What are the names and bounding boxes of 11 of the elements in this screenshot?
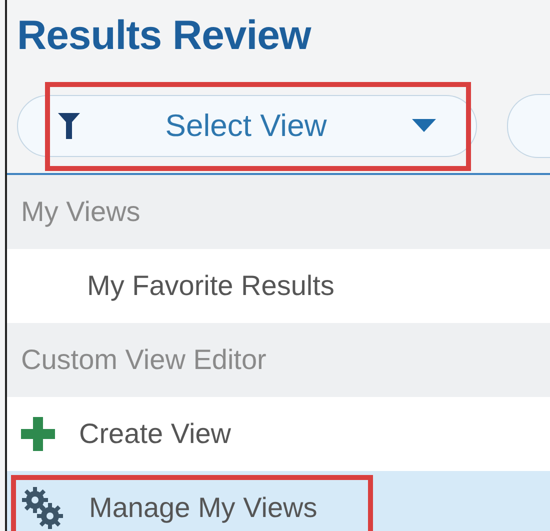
filter-icon xyxy=(58,112,80,138)
menu-section-header: My Views xyxy=(7,175,550,249)
plus-icon xyxy=(21,417,55,451)
menu-item[interactable]: Create View xyxy=(7,397,550,471)
menu-section-header: Custom View Editor xyxy=(7,323,550,397)
menu-item[interactable]: My Favorite Results xyxy=(7,249,550,323)
page-title: Results Review xyxy=(16,11,312,60)
menu-item[interactable]: Manage My Views xyxy=(7,471,550,531)
caret-icon xyxy=(412,119,436,132)
gears-icon xyxy=(21,486,65,530)
select-view-dropdown[interactable]: Select View xyxy=(17,94,477,156)
